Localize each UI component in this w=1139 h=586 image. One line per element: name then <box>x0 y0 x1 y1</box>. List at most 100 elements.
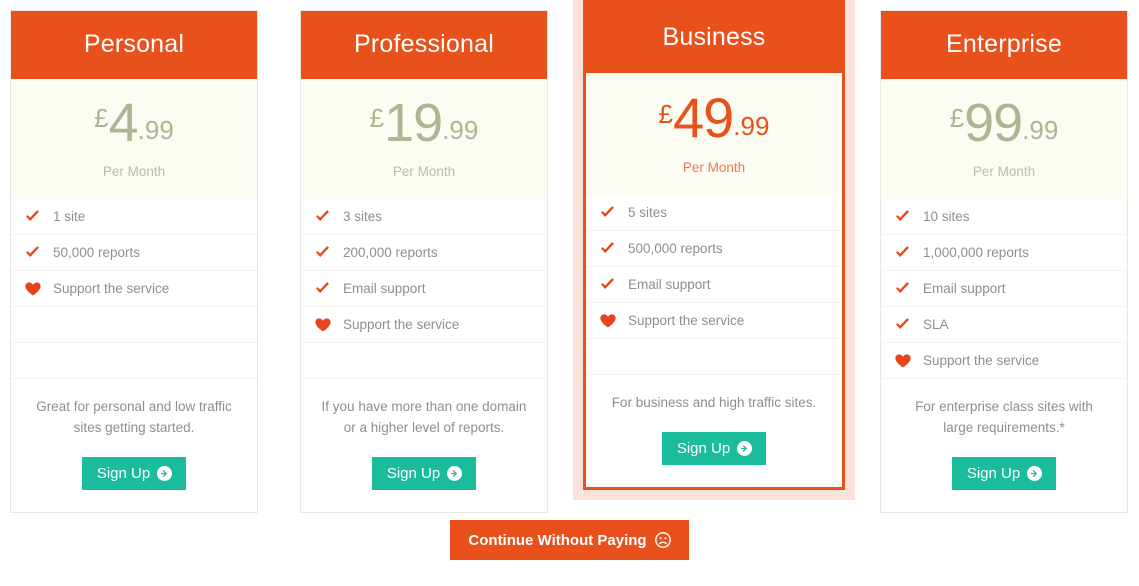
check-icon <box>25 210 47 223</box>
check-icon <box>315 282 337 295</box>
plan-title: Business <box>586 3 842 73</box>
plan-price: £19.99 <box>307 96 541 150</box>
feature-label: Email support <box>923 281 1006 296</box>
check-icon <box>315 210 337 223</box>
feature-row: Email support <box>586 267 842 303</box>
feature-row-empty <box>301 343 547 379</box>
plan-period: Per Month <box>102 164 166 179</box>
feature-row: Support the service <box>881 343 1127 379</box>
plan-price-block: £4.99 Per Month <box>11 79 257 199</box>
signup-button-label: Sign Up <box>966 464 1021 482</box>
arrow-circle-right-icon <box>157 465 173 481</box>
pricing-card-personal: Personal £4.99 Per Month 1 site 50,000 r… <box>10 10 258 513</box>
price-major: 99 <box>964 93 1023 153</box>
pricing-card-professional: Professional £19.99 Per Month 3 sites 20… <box>300 10 548 513</box>
feature-row: Support the service <box>11 271 257 307</box>
price-major: 19 <box>384 93 443 153</box>
feature-row-empty <box>11 307 257 343</box>
signup-button[interactable]: Sign Up <box>661 431 767 465</box>
feature-row: 200,000 reports <box>301 235 547 271</box>
plan-feature-list: 5 sites 500,000 reports Email support Su… <box>586 195 842 375</box>
plan-price: £4.99 <box>17 96 251 150</box>
check-icon <box>315 246 337 259</box>
heart-icon <box>895 353 917 368</box>
currency-symbol: £ <box>949 103 965 133</box>
plan-title: Personal <box>11 11 257 79</box>
signup-button-label: Sign Up <box>96 464 151 482</box>
continue-without-paying-row: Continue Without Paying <box>0 520 1139 560</box>
signup-button[interactable]: Sign Up <box>81 456 187 490</box>
plan-description: For business and high traffic sites. <box>611 395 817 410</box>
plan-price: £49.99 <box>592 90 836 146</box>
plan-feature-list: 10 sites 1,000,000 reports Email support… <box>881 199 1127 379</box>
feature-label: SLA <box>923 317 949 332</box>
check-icon <box>600 206 622 219</box>
check-icon <box>895 282 917 295</box>
plan-price-block: £49.99 Per Month <box>586 73 842 195</box>
plan-price-block: £19.99 Per Month <box>301 79 547 199</box>
plan-price-block: £99.99 Per Month <box>881 79 1127 199</box>
feature-row: 10 sites <box>881 199 1127 235</box>
feature-label: 500,000 reports <box>628 241 723 256</box>
signup-button[interactable]: Sign Up <box>371 456 477 490</box>
plan-description: For enterprise class sites with large re… <box>915 399 1093 435</box>
plan-period: Per Month <box>682 160 746 175</box>
feature-label: Support the service <box>923 353 1040 368</box>
feature-row: Email support <box>301 271 547 307</box>
feature-row-empty <box>586 339 842 375</box>
feature-label: 1 site <box>53 209 86 224</box>
heart-icon <box>315 317 337 332</box>
price-minor: .99 <box>733 111 770 141</box>
plan-footer: Great for personal and low traffic sites… <box>11 379 257 512</box>
check-icon <box>895 210 917 223</box>
continue-button-label: Continue Without Paying <box>468 531 647 549</box>
feature-label: Email support <box>628 277 711 292</box>
feature-row: SLA <box>881 307 1127 343</box>
heart-icon <box>600 313 622 328</box>
feature-row: 3 sites <box>301 199 547 235</box>
plan-description: Great for personal and low traffic sites… <box>36 399 232 435</box>
currency-symbol: £ <box>94 103 109 133</box>
price-minor: .99 <box>137 115 174 145</box>
arrow-circle-right-icon <box>447 465 463 481</box>
feature-label: Email support <box>343 281 426 296</box>
currency-symbol: £ <box>658 99 673 129</box>
check-icon <box>895 318 917 331</box>
arrow-circle-right-icon <box>1027 465 1043 481</box>
plan-footer: For enterprise class sites with large re… <box>881 379 1127 512</box>
plan-title: Professional <box>301 11 547 79</box>
price-major: 4 <box>108 93 139 153</box>
currency-symbol: £ <box>369 103 385 133</box>
plan-description: If you have more than one domain or a hi… <box>321 399 527 435</box>
feature-row: Support the service <box>586 303 842 339</box>
feature-row-empty <box>11 343 257 379</box>
check-icon <box>600 278 622 291</box>
signup-button-label: Sign Up <box>386 464 441 482</box>
pricing-plans-container: Personal £4.99 Per Month 1 site 50,000 r… <box>0 0 1139 513</box>
feature-label: Support the service <box>53 281 170 296</box>
price-minor: .99 <box>442 115 479 145</box>
feature-label: 50,000 reports <box>53 245 141 260</box>
check-icon <box>895 246 917 259</box>
feature-row: Email support <box>881 271 1127 307</box>
frown-face-icon <box>654 532 671 548</box>
price-major: 49 <box>673 86 734 149</box>
signup-button[interactable]: Sign Up <box>951 456 1057 490</box>
feature-row: 50,000 reports <box>11 235 257 271</box>
plan-price: £99.99 <box>887 96 1121 150</box>
plan-feature-list: 3 sites 200,000 reports Email support Su… <box>301 199 547 379</box>
plan-title: Enterprise <box>881 11 1127 79</box>
plan-feature-list: 1 site 50,000 reports Support the servic… <box>11 199 257 379</box>
feature-row: 5 sites <box>586 195 842 231</box>
plan-footer: For business and high traffic sites. Sig… <box>586 375 842 487</box>
plan-period: Per Month <box>972 164 1036 179</box>
pricing-card-enterprise: Enterprise £99.99 Per Month 10 sites 1,0… <box>880 10 1128 513</box>
arrow-circle-right-icon <box>737 440 753 456</box>
feature-row: Support the service <box>301 307 547 343</box>
feature-row: 1,000,000 reports <box>881 235 1127 271</box>
feature-label: Support the service <box>343 317 460 332</box>
plan-period: Per Month <box>392 164 456 179</box>
feature-label: Support the service <box>628 313 745 328</box>
continue-without-paying-button[interactable]: Continue Without Paying <box>450 520 689 560</box>
pricing-card-business: Business £49.99 Per Month 5 sites 500,00… <box>583 0 845 490</box>
